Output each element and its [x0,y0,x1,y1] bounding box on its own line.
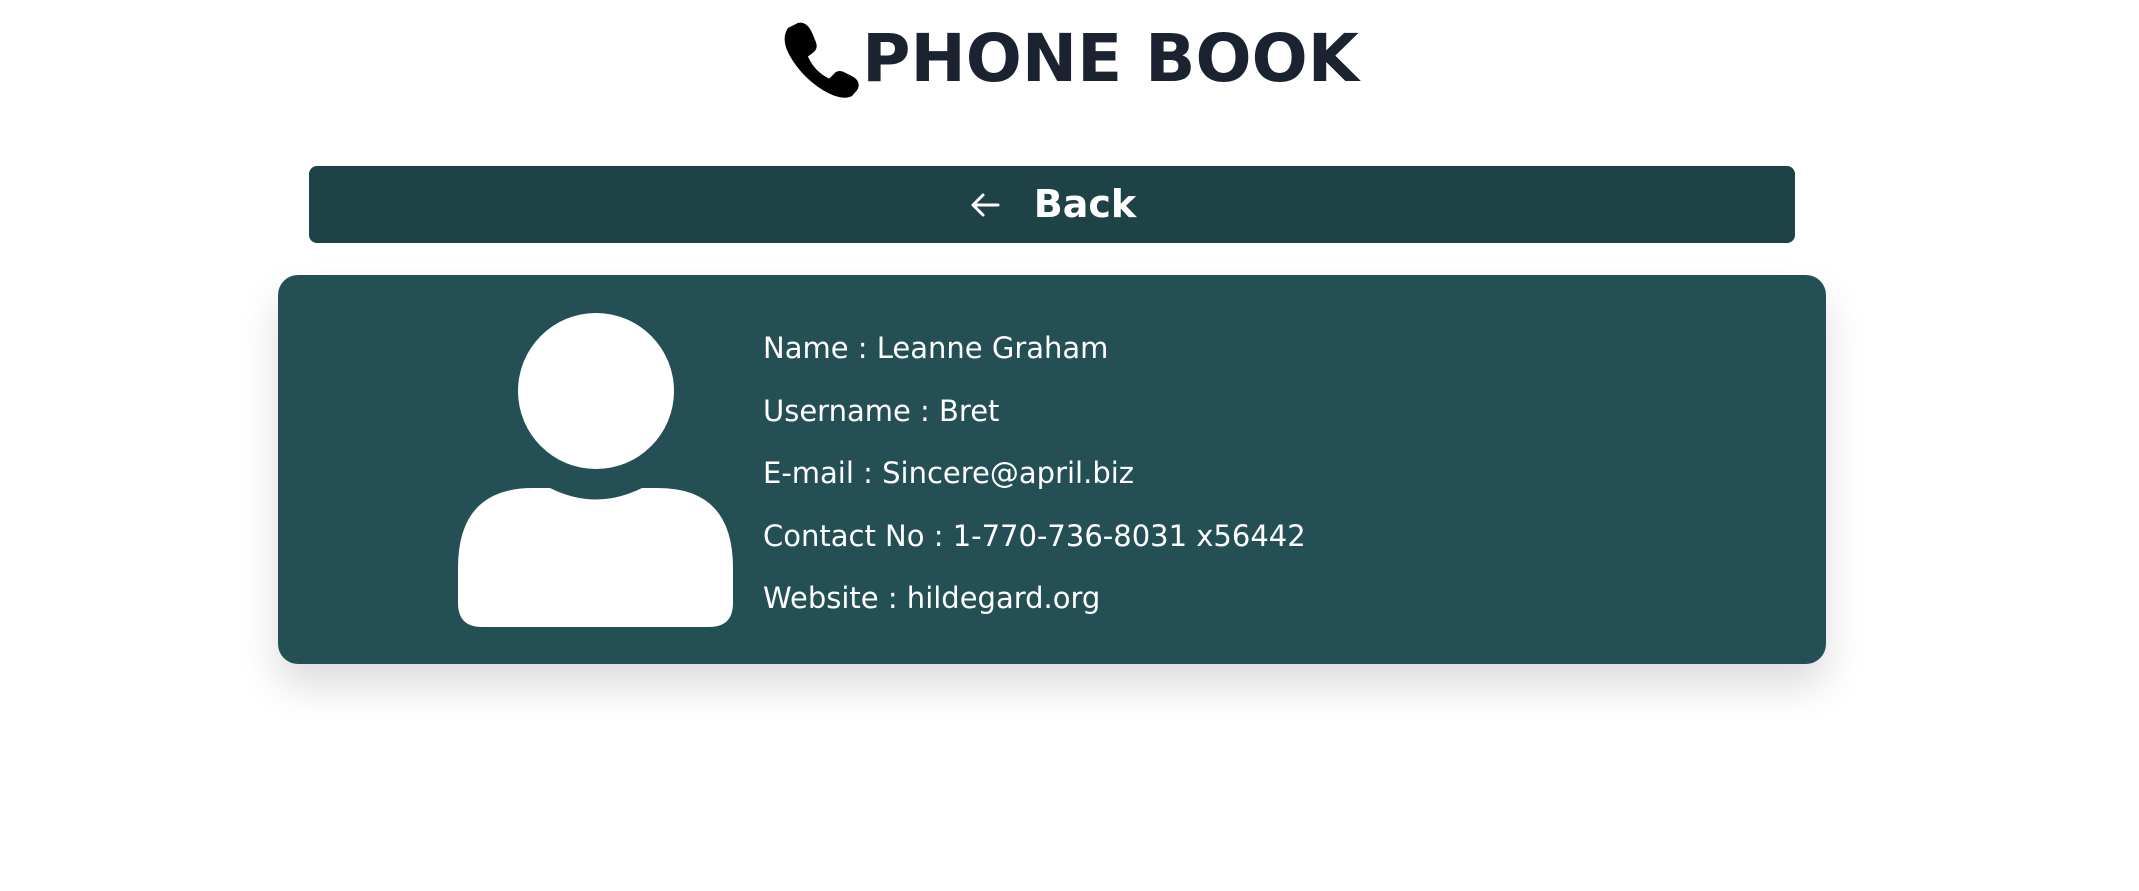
contact-name: Name : Leanne Graham [763,331,1109,365]
contact-details: Name : Leanne Graham Username : Bret E-m… [763,317,1306,630]
header: PHONE BOOK [0,18,2139,100]
contact-website: Website : hildegard.org [763,581,1101,615]
contact-phone: Contact No : 1-770-736-8031 x56442 [763,518,1306,553]
back-button-label: Back [1033,182,1137,226]
arrow-left-icon [968,188,1002,222]
page: PHONE BOOK Back Name : Leanne Graham Use… [0,0,2139,891]
contact-email: E-mail : Sincere@april.biz [763,456,1135,490]
user-icon [458,313,733,627]
back-button[interactable]: Back [309,166,1795,243]
page-title: PHONE BOOK [862,20,1359,97]
contact-card: Name : Leanne Graham Username : Bret E-m… [278,275,1826,664]
contact-username: Username : Bret [763,393,1000,428]
phone-icon [780,18,862,100]
